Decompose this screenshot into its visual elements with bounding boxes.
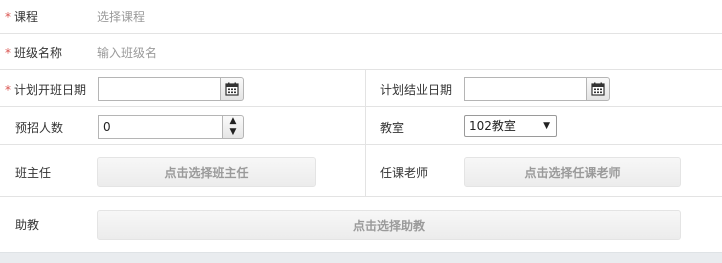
teachers-label: 任课老师 (380, 166, 429, 180)
required-mark: * (5, 83, 11, 97)
column-divider (365, 145, 366, 196)
course-row: * 课程 (0, 0, 722, 34)
assistant-row: 助教 点击选择助教 (0, 197, 722, 252)
select-head-teacher-button[interactable]: 点击选择班主任 (97, 157, 316, 187)
enrollment-input[interactable] (98, 115, 222, 139)
column-divider (365, 107, 366, 144)
start-date-input[interactable] (98, 77, 220, 101)
select-teachers-button[interactable]: 点击选择任课老师 (464, 157, 681, 187)
start-date-picker (98, 77, 246, 101)
end-date-input[interactable] (464, 77, 586, 101)
classroom-select[interactable]: 102教室 ▼ (464, 115, 557, 137)
calendar-icon[interactable] (586, 77, 610, 101)
start-date-label: * 计划开班日期 (5, 83, 87, 97)
head-teacher-label: 班主任 (15, 166, 52, 180)
classroom-selected-value: 102教室 (469, 119, 516, 133)
calendar-icon[interactable] (220, 77, 244, 101)
course-label: * 课程 (5, 10, 39, 24)
class-name-input[interactable] (97, 44, 347, 62)
class-name-row: * 班级名称 (0, 34, 722, 70)
enrollment-row: 预招人数 ▲ ▼ 教室 102教室 ▼ (0, 107, 722, 145)
course-select-input[interactable] (97, 8, 347, 26)
stepper-buttons: ▲ ▼ (222, 115, 244, 139)
chevron-down-icon: ▼ (543, 121, 550, 131)
enrollment-label: 预招人数 (15, 121, 64, 135)
class-name-label: * 班级名称 (5, 46, 63, 60)
dates-row: * 计划开班日期 计划结业日期 (0, 70, 722, 107)
spin-up-icon[interactable]: ▲ (223, 116, 243, 127)
footer-bar (0, 252, 722, 263)
assistant-label: 助教 (15, 218, 40, 232)
required-mark: * (5, 10, 11, 24)
enrollment-stepper: ▲ ▼ (98, 115, 246, 139)
select-assistant-button[interactable]: 点击选择助教 (97, 210, 681, 240)
end-date-label: 计划结业日期 (380, 83, 453, 97)
classroom-label: 教室 (380, 121, 405, 135)
required-mark: * (5, 46, 11, 60)
end-date-picker (464, 77, 612, 101)
teachers-row: 班主任 点击选择班主任 任课老师 点击选择任课老师 (0, 145, 722, 197)
column-divider (365, 70, 366, 106)
spin-down-icon[interactable]: ▼ (223, 127, 243, 138)
